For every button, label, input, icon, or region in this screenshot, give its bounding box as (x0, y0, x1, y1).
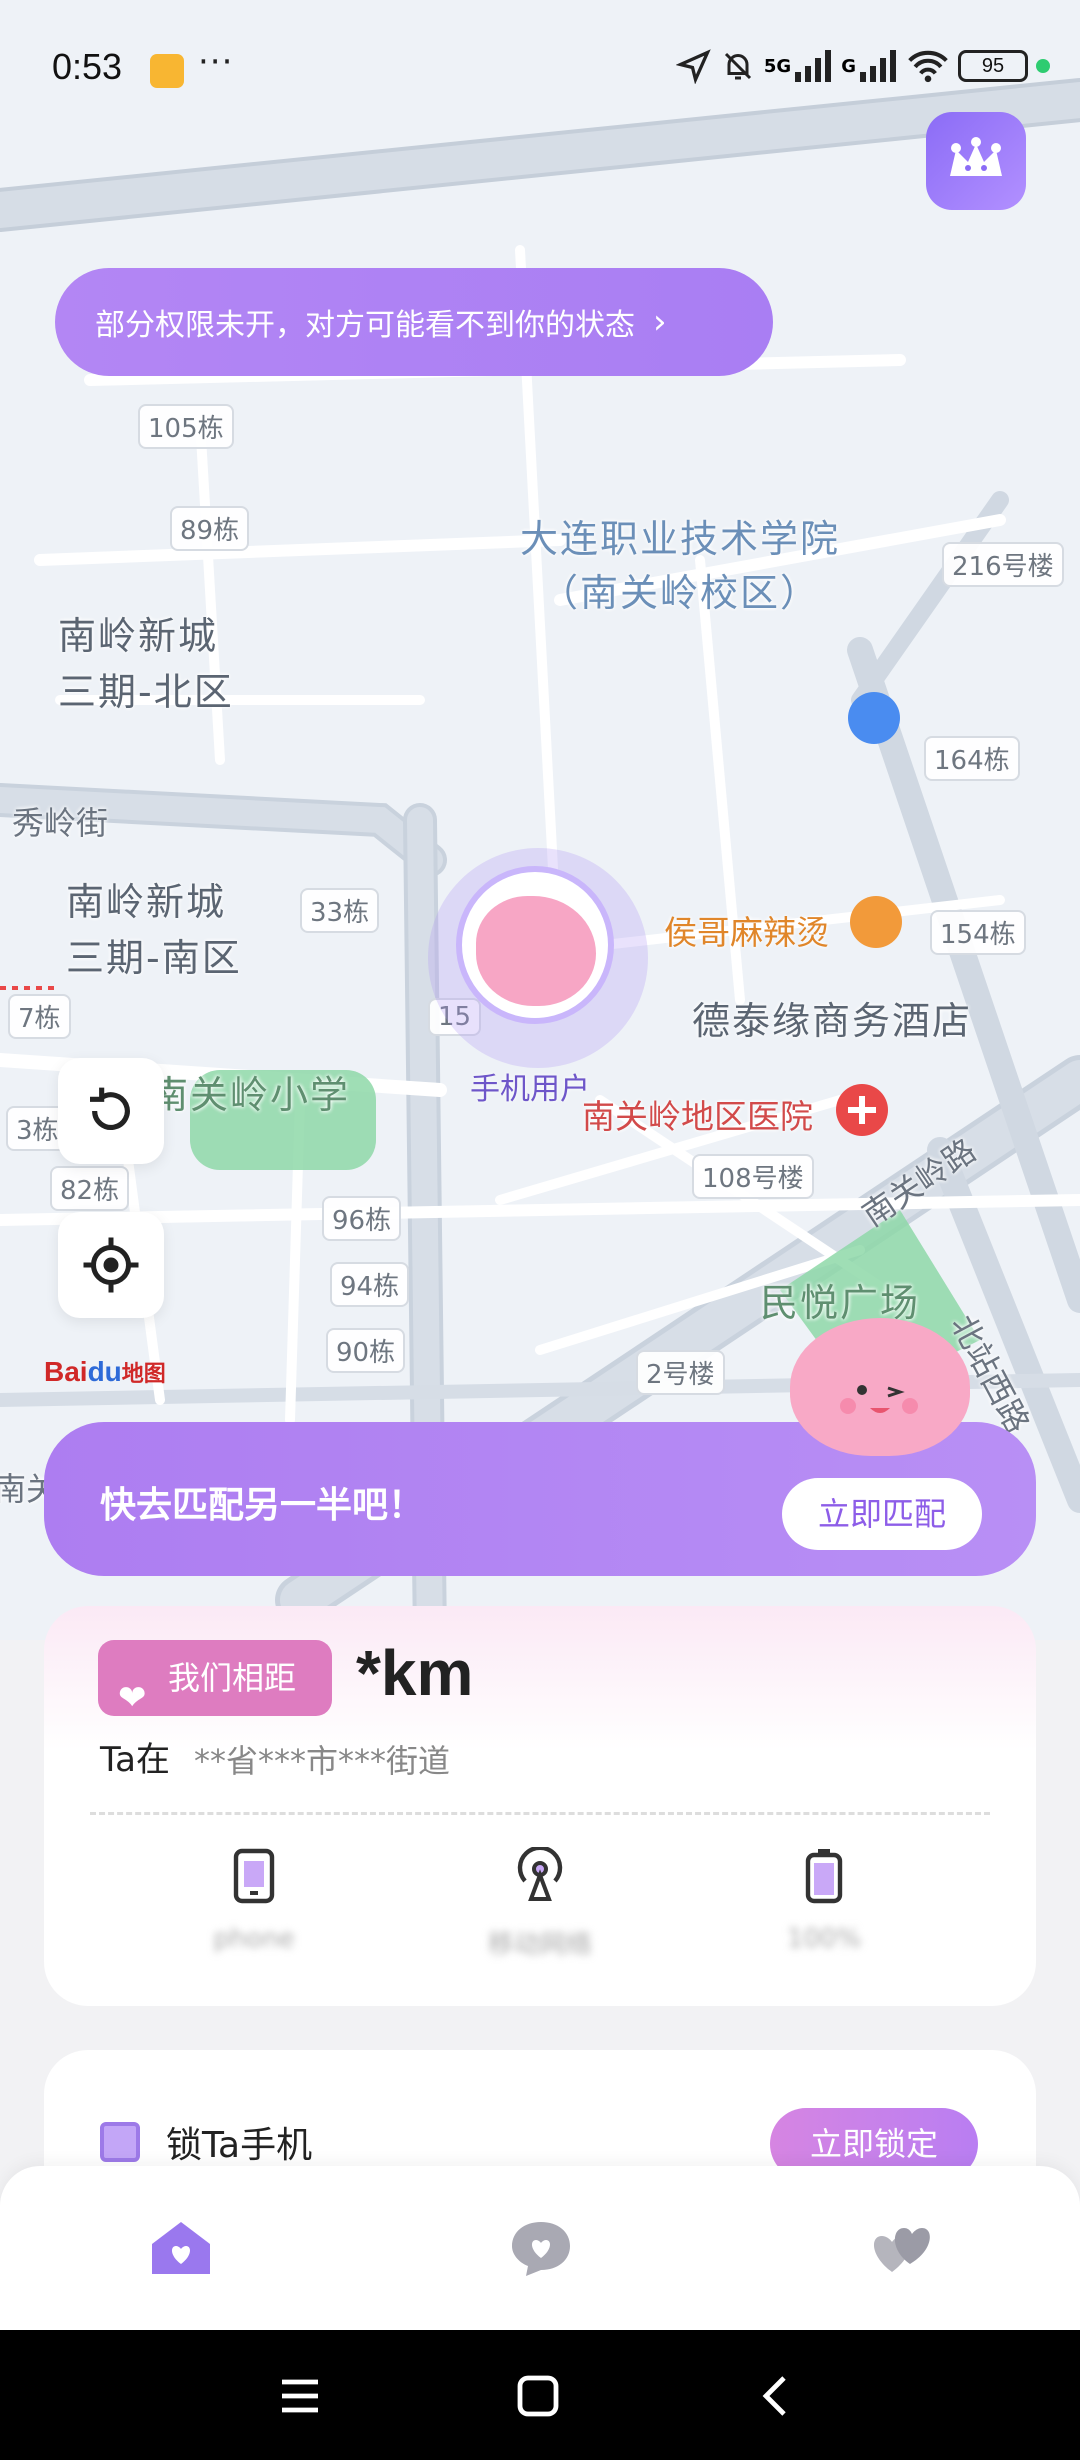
distance-badge-label: 我们相距 (168, 1659, 297, 1697)
nav-back-button[interactable] (756, 2374, 800, 2422)
building-label: 90栋 (326, 1328, 406, 1373)
district-label: 南岭新城 三期-南区 (66, 874, 242, 986)
building-label: 108号楼 (692, 1154, 814, 1199)
network-stat-value: 移动网络 (487, 1930, 592, 1960)
privacy-indicator-dot (1036, 59, 1050, 73)
locate-me-button[interactable] (58, 1212, 164, 1318)
network-stat: 移动网络 (440, 1846, 640, 1961)
signal-bars-icon (795, 50, 832, 82)
poi-hospital[interactable]: 南关岭地区医院 (582, 1090, 813, 1138)
divider (90, 1812, 990, 1815)
nav-home-button[interactable] (516, 2374, 560, 2422)
partner-location-label: Ta在 (100, 1740, 170, 1780)
building-label: 164栋 (924, 736, 1020, 781)
district-label-line1: 南岭新城 (66, 880, 227, 924)
tab-couple[interactable] (866, 2216, 936, 2280)
baidu-map-logo: Baidu地图 (44, 1356, 166, 1388)
match-now-button[interactable]: 立即匹配 (782, 1478, 982, 1550)
building-label: 105栋 (138, 404, 234, 449)
signal-bars-icon (860, 50, 896, 82)
tab-messages[interactable] (506, 2216, 576, 2280)
signal-icon (517, 1847, 563, 1901)
battery-stat-value: 100% (786, 1924, 862, 1954)
poi-restaurant[interactable]: 侯哥麻辣烫 (664, 906, 829, 954)
chevron-right-icon: › (653, 302, 667, 342)
baidu-logo-text: Bai (44, 1356, 88, 1387)
permission-warning-banner[interactable]: 部分权限未开，对方可能看不到你的状态 › (55, 268, 773, 376)
campus-label-line1: 大连职业技术学院 (520, 517, 841, 561)
building-label: 33栋 (300, 888, 380, 933)
lock-phone-label: 锁Ta手机 (166, 2125, 313, 2166)
district-label-line2: 三期-北区 (58, 670, 234, 714)
school-label: 南关岭小学 (150, 1073, 351, 1117)
building-label: 7栋 (8, 994, 71, 1039)
user-marker-label: 手机用户 (470, 1072, 590, 1107)
building-label: 94栋 (330, 1262, 410, 1307)
heart-icon: ❤ (118, 1678, 147, 1718)
battery-icon (805, 1849, 843, 1904)
match-prompt-text: 快去匹配另一半吧！ (100, 1485, 425, 1526)
permission-warning-text: 部分权限未开，对方可能看不到你的状态 (95, 308, 635, 343)
partner-location-value: **省***市***街道 (194, 1742, 451, 1780)
network-g-label: G (841, 55, 856, 77)
poi-hotel[interactable]: 德泰缘商务酒店 (692, 990, 972, 1045)
building-label: 89栋 (170, 506, 250, 551)
district-label-line2: 三期-南区 (66, 936, 242, 980)
location-icon (675, 49, 711, 84)
crosshair-icon (83, 1237, 139, 1293)
distance-value: *km (356, 1637, 474, 1709)
baidu-logo-ditu: 地图 (121, 1361, 166, 1386)
district-label: 南岭新城 三期-北区 (58, 608, 234, 720)
street-label: 秀岭街 (12, 804, 109, 842)
system-nav-bar (0, 2330, 1080, 2460)
distance-card: ❤ 我们相距 *km Ta在 **省***市***街道 phone 移动网络 1… (44, 1606, 1036, 2006)
back-chevron-icon (762, 2376, 786, 2416)
device-stat: phone (154, 1846, 354, 1954)
baidu-logo-du: du (87, 1356, 122, 1387)
clock: 0:53 (52, 46, 123, 87)
cloud-mascot-icon (790, 1318, 970, 1456)
device-stat-value: phone (213, 1924, 295, 1954)
vip-crown-button[interactable] (926, 112, 1026, 210)
building-label: 96栋 (322, 1196, 402, 1241)
mascot-face-icon (840, 1385, 918, 1414)
building-label: 216号楼 (942, 542, 1064, 587)
refresh-icon (90, 1087, 130, 1130)
wifi-icon (908, 50, 948, 83)
home-icon (152, 2222, 210, 2274)
user-avatar (456, 866, 614, 1024)
building-label: 82栋 (50, 1166, 130, 1211)
refresh-button[interactable] (58, 1058, 164, 1164)
building-label: 2号楼 (636, 1350, 725, 1395)
crown-icon (950, 137, 1002, 176)
district-label-line1: 南岭新城 (58, 614, 219, 658)
phone-icon (233, 1848, 275, 1904)
square-icon (517, 2375, 559, 2417)
battery-stat: 100% (724, 1846, 924, 1954)
heart-chat-icon (512, 2222, 570, 2276)
status-bar: 0:53 ··· 5G G 95 (0, 36, 1080, 104)
tab-home[interactable] (146, 2216, 216, 2280)
battery-indicator: 95 (958, 50, 1028, 82)
more-notifications-icon: ··· (198, 42, 234, 82)
notes-app-icon (150, 54, 184, 88)
menu-icon (282, 2379, 318, 2413)
campus-label-line2: （南关岭校区） (540, 571, 821, 615)
campus-label: 大连职业技术学院 （南关岭校区） (520, 512, 840, 620)
distance-badge: ❤ 我们相距 (98, 1640, 332, 1718)
bottom-tab-bar (0, 2166, 1080, 2330)
building-label: 154栋 (930, 910, 1026, 955)
cloud-avatar-icon (476, 896, 596, 1006)
user-location-marker[interactable] (428, 848, 648, 1068)
lock-phone-icon (100, 2122, 140, 2162)
nav-menu-button[interactable] (278, 2374, 322, 2422)
mute-bell-icon (724, 52, 751, 80)
network-5g-label: 5G (763, 55, 792, 77)
double-heart-icon (873, 2228, 930, 2272)
